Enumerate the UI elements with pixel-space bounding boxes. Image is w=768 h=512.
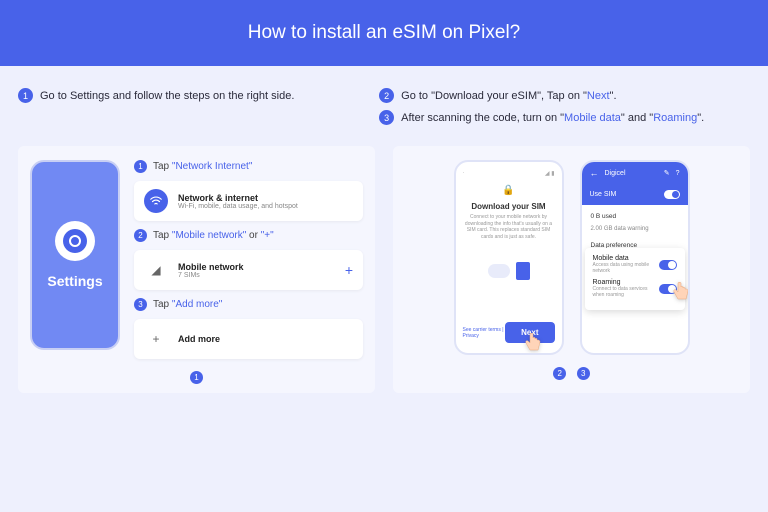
mobile-data-toggle[interactable] (659, 260, 677, 270)
edit-icon[interactable]: ✎ (664, 169, 670, 177)
plus-icon[interactable]: + (345, 262, 353, 278)
steps-column: 1 Tap "Network Internet" Network & inter… (134, 160, 363, 359)
instruction-left: 1 Go to Settings and follow the steps on… (18, 88, 355, 132)
panel-steps-2-3: ·◢ ▮ 🔒 Download your SIM Connect to your… (393, 146, 750, 393)
help-icon[interactable]: ? (676, 170, 680, 177)
hand-pointer-icon (520, 331, 544, 355)
panel-step-1: Settings 1 Tap "Network Internet" Networ… (18, 146, 375, 393)
gear-icon (55, 221, 95, 261)
mobile-data-row[interactable]: Mobile dataAccess data using mobile netw… (593, 255, 677, 274)
substep-2-label: 2 Tap "Mobile network" or "+" (134, 229, 363, 242)
download-sim-desc: Connect to your mobile network by downlo… (463, 214, 555, 240)
carrier-header: ← Digicel ✎ ? (582, 162, 688, 184)
download-sim-title: Download your SIM (463, 202, 555, 211)
step-badge-1: 1 (18, 88, 33, 103)
step-badge-2: 2 (379, 88, 394, 103)
phone-mockup-download-sim: ·◢ ▮ 🔒 Download your SIM Connect to your… (454, 160, 564, 355)
instruction-right: 2 Go to "Download your eSIM", Tap on "Ne… (379, 88, 750, 132)
page-header: How to install an eSIM on Pixel? (0, 0, 768, 66)
card-add-more[interactable]: + Add more (134, 319, 363, 359)
phone-mockup-roaming: ← Digicel ✎ ? Use SIM 0 B used 2.00 GB d… (580, 160, 690, 355)
use-sim-row[interactable]: Use SIM (582, 184, 688, 205)
instruction-1-text: Go to Settings and follow the steps on t… (40, 90, 294, 102)
instruction-2-text: Go to "Download your eSIM", Tap on "Next… (401, 90, 616, 102)
pager-left: 1 (30, 367, 363, 385)
hand-pointer-icon (668, 280, 690, 304)
card-network-internet[interactable]: Network & internet Wi-Fi, mobile, data u… (134, 181, 363, 221)
instructions-row: 1 Go to Settings and follow the steps on… (18, 88, 750, 132)
step-badge-3: 3 (379, 110, 394, 125)
instruction-3-text: After scanning the code, turn on "Mobile… (401, 112, 704, 124)
use-sim-toggle[interactable] (664, 190, 680, 199)
lock-icon: 🔒 (463, 185, 555, 196)
card-mobile-network[interactable]: ◢ Mobile network 7 SIMs + (134, 250, 363, 290)
substep-3-label: 3 Tap "Add more" (134, 298, 363, 311)
cloud-icon (488, 264, 510, 278)
header-title: How to install an eSIM on Pixel? (248, 22, 520, 43)
pager-right: 2 3 (405, 363, 738, 381)
plus-icon: + (144, 327, 168, 351)
panels: Settings 1 Tap "Network Internet" Networ… (18, 146, 750, 393)
roaming-row[interactable]: RoamingConnect to data services when roa… (593, 279, 677, 298)
signal-icon: ◢ (144, 258, 168, 282)
wifi-icon (144, 189, 168, 213)
back-arrow-icon[interactable]: ← (590, 168, 599, 178)
substep-1-label: 1 Tap "Network Internet" (134, 160, 363, 173)
content-area: 1 Go to Settings and follow the steps on… (0, 66, 768, 393)
phone-mockup-settings: Settings (30, 160, 120, 350)
phone-label-settings: Settings (47, 273, 102, 289)
download-illustration (463, 254, 555, 288)
sim-icon (516, 262, 530, 280)
